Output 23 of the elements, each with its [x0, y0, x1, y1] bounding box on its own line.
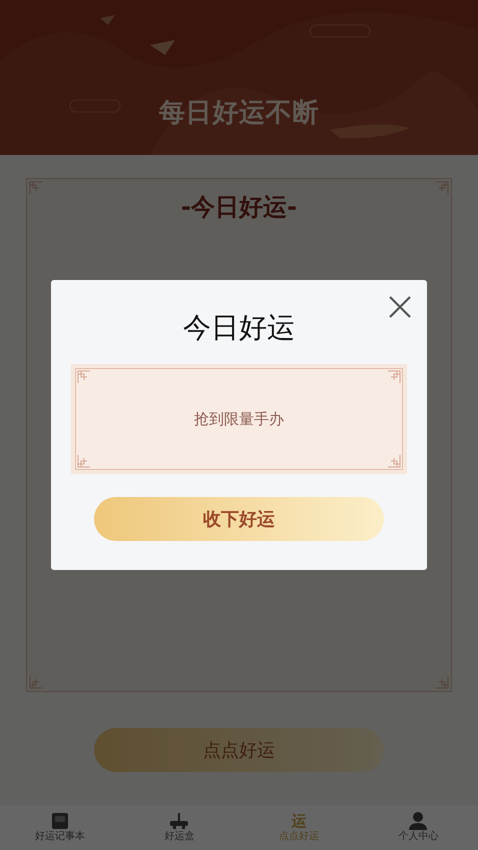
person-icon: [408, 812, 428, 830]
corner-ornament-icon: [77, 370, 91, 384]
lucky-button[interactable]: 点点好运: [94, 728, 384, 772]
corner-ornament-icon: [435, 181, 449, 195]
corner-ornament-icon: [387, 454, 401, 468]
nav-glyph-icon: 运: [291, 812, 306, 830]
nav-tab[interactable]: 好运记事本: [0, 805, 120, 850]
confirm-button[interactable]: 收下好运: [94, 497, 384, 541]
message-text: 抢到限量手办: [194, 408, 284, 430]
dialog-title: 今日好运: [183, 310, 295, 346]
corner-ornament-icon: [77, 454, 91, 468]
joystick-icon: [168, 812, 190, 830]
notebook-icon: [50, 812, 69, 830]
corner-ornament-icon: [29, 181, 43, 195]
card-title: -今日好运-: [181, 192, 297, 223]
corner-ornament-icon: [435, 675, 449, 689]
corner-ornament-icon: [29, 675, 43, 689]
corner-ornament-icon: [387, 370, 401, 384]
nav-tab[interactable]: 好运盒: [120, 805, 239, 850]
nav-tab[interactable]: 运 点点好运: [239, 805, 358, 850]
close-icon: [388, 295, 412, 319]
close-button[interactable]: [387, 294, 413, 320]
nav-tab[interactable]: 个人中心: [358, 805, 478, 850]
